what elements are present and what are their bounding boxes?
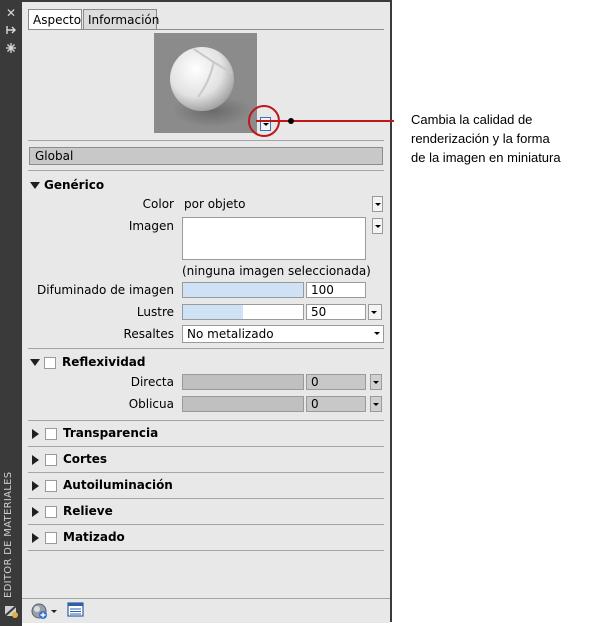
section-relieve[interactable]: Relieve <box>30 503 113 519</box>
expand-arrow-icon[interactable] <box>32 428 39 439</box>
callout-line-2: renderización y la forma <box>411 131 550 146</box>
expand-arrow-icon[interactable] <box>32 454 39 465</box>
gloss-spin-button[interactable] <box>368 304 382 320</box>
fade-input[interactable]: 100 <box>306 282 366 298</box>
image-label: Imagen <box>128 219 174 233</box>
section-checkbox[interactable] <box>45 505 57 518</box>
divider <box>28 524 384 525</box>
highlights-value: No metalizado <box>187 327 274 341</box>
divider <box>28 140 384 141</box>
oblique-slider <box>182 396 304 412</box>
oblique-label: Oblicua <box>128 397 174 411</box>
section-autoiluminacion[interactable]: Autoiluminación <box>30 477 173 493</box>
material-browser-icon[interactable] <box>67 602 85 618</box>
close-icon[interactable]: ✕ <box>4 6 18 20</box>
image-dropdown-button[interactable] <box>372 218 383 234</box>
divider <box>28 420 384 421</box>
gloss-slider-fill <box>183 305 243 319</box>
direct-label: Directa <box>130 375 174 389</box>
section-checkbox[interactable] <box>45 427 57 440</box>
image-note: (ninguna imagen seleccionada) <box>182 264 371 278</box>
tab-divider <box>28 29 384 30</box>
palette-title-strip: ✕ EDITOR DE MATERIALES <box>0 0 22 626</box>
section-title: Autoiluminación <box>63 478 173 492</box>
tab-aspecto[interactable]: Aspecto <box>28 9 82 30</box>
section-matizado[interactable]: Matizado <box>30 529 125 545</box>
section-title: Relieve <box>63 504 113 518</box>
callout-text: Cambia la calidad de renderización y la … <box>411 110 591 167</box>
oblique-spin-button <box>370 396 382 412</box>
fade-slider[interactable] <box>182 282 304 298</box>
bottom-toolbar <box>22 598 390 623</box>
oblique-input: 0 <box>306 396 366 412</box>
expand-arrow-icon[interactable] <box>30 359 40 366</box>
section-title: Transparencia <box>63 426 159 440</box>
fade-label: Difuminado de imagen <box>37 283 174 297</box>
section-title: Reflexividad <box>62 355 146 369</box>
section-title: Genérico <box>44 178 105 192</box>
expand-arrow-icon[interactable] <box>32 480 39 491</box>
gloss-input[interactable]: 50 <box>306 304 366 320</box>
divider <box>28 498 384 499</box>
section-title: Cortes <box>63 452 107 466</box>
chevron-down-icon <box>374 332 380 335</box>
callout-leader-line <box>256 120 394 122</box>
properties-icon[interactable] <box>4 42 18 56</box>
direct-input: 0 <box>306 374 366 390</box>
section-checkbox[interactable] <box>45 453 57 466</box>
callout-dot <box>288 118 294 124</box>
global-header[interactable]: Global <box>29 147 383 165</box>
callout-line-1: Cambia la calidad de <box>411 112 533 127</box>
materials-icon[interactable] <box>3 603 19 619</box>
direct-slider <box>182 374 304 390</box>
highlights-select[interactable]: No metalizado <box>182 325 384 343</box>
color-value[interactable]: por objeto <box>184 195 245 213</box>
direct-spin-button <box>370 374 382 390</box>
divider <box>28 550 384 551</box>
divider <box>28 472 384 473</box>
color-dropdown-button[interactable] <box>372 196 383 212</box>
section-reflexividad[interactable]: Reflexividad <box>30 354 145 370</box>
section-checkbox[interactable] <box>45 531 57 544</box>
section-transparencia[interactable]: Transparencia <box>30 425 158 441</box>
gloss-label: Lustre <box>136 305 174 319</box>
section-cortes[interactable]: Cortes <box>30 451 107 467</box>
material-preview[interactable] <box>154 33 257 133</box>
pin-icon[interactable] <box>4 24 18 38</box>
reflectivity-checkbox[interactable] <box>44 356 56 369</box>
tab-informacion[interactable]: Información <box>83 9 159 29</box>
materials-editor-panel: Aspecto Información Global Genérico Colo… <box>22 0 392 623</box>
divider <box>28 170 384 171</box>
image-slot[interactable] <box>182 217 366 260</box>
fade-slider-fill <box>183 283 303 297</box>
divider <box>28 446 384 447</box>
expand-arrow-icon[interactable] <box>30 182 40 189</box>
section-generico[interactable]: Genérico <box>30 177 104 193</box>
create-material-button[interactable] <box>30 602 58 620</box>
highlights-label: Resaltes <box>123 327 174 341</box>
gloss-slider[interactable] <box>182 304 304 320</box>
section-checkbox[interactable] <box>45 479 57 492</box>
color-label: Color <box>142 197 174 211</box>
callout-line-3: de la imagen en miniatura <box>411 150 561 165</box>
section-title: Matizado <box>63 530 125 544</box>
divider <box>28 348 384 349</box>
expand-arrow-icon[interactable] <box>32 532 39 543</box>
expand-arrow-icon[interactable] <box>32 506 39 517</box>
